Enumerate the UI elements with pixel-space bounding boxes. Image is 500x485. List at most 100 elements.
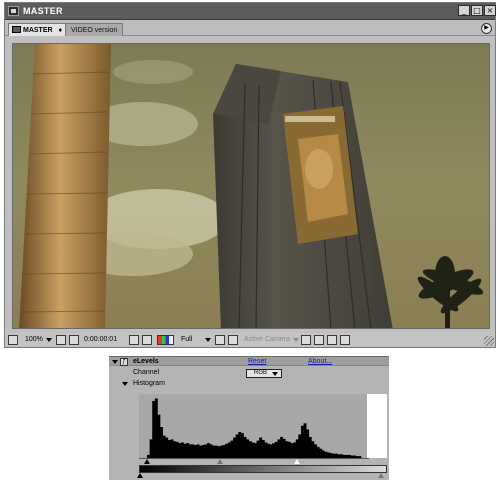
histogram-bar (272, 443, 276, 458)
histogram-bar (295, 439, 299, 458)
histogram-bar (251, 442, 255, 458)
effect-enable-checkbox[interactable]: f (120, 358, 128, 366)
composition-tab-icon (12, 26, 21, 33)
minimize-button[interactable]: _ (458, 5, 470, 16)
histogram-bar (165, 437, 169, 458)
output-white-handle[interactable] (377, 473, 384, 478)
maximize-button[interactable]: □ (471, 5, 483, 16)
histogram-bar (152, 400, 156, 458)
histogram-bar (207, 443, 210, 458)
histogram-area[interactable] (139, 394, 369, 458)
histogram-bar (204, 444, 208, 458)
histogram-bar (170, 439, 174, 458)
tab-close-icon[interactable]: ♦ (59, 25, 63, 36)
histogram-bar (183, 443, 187, 458)
composition-viewer[interactable] (12, 43, 490, 329)
timeline-icon[interactable] (340, 335, 350, 345)
histogram-bar (175, 441, 179, 458)
resize-grip[interactable] (484, 336, 494, 346)
histogram-bar (238, 431, 242, 458)
histogram-bar (212, 445, 216, 458)
histogram-bar (186, 443, 190, 458)
input-black-handle[interactable] (144, 459, 150, 464)
histogram-bar (225, 443, 229, 458)
tab-master[interactable]: MASTER ♦ (8, 23, 69, 36)
output-black-handle[interactable] (137, 473, 143, 478)
tab-video-version[interactable]: VIDEO version (65, 23, 124, 36)
about-link[interactable]: About... (308, 357, 332, 367)
reset-link[interactable]: Reset (248, 357, 266, 367)
pixel-aspect-icon[interactable] (314, 335, 324, 345)
histogram-bar (209, 444, 213, 458)
tab-video-version-label: VIDEO version (71, 27, 118, 34)
tab-master-label: MASTER (23, 27, 53, 34)
histogram-bar (274, 441, 278, 458)
histogram-bar (311, 441, 315, 458)
histogram-bar (254, 443, 257, 458)
input-gamma-handle[interactable] (216, 459, 223, 464)
histogram-label: Histogram (133, 380, 165, 387)
histogram-bar (259, 437, 263, 458)
show-snapshot-icon[interactable] (142, 335, 152, 345)
camera-view-field[interactable]: Active Camera (242, 335, 292, 345)
camera-toggle-icon[interactable] (69, 335, 79, 345)
tab-bar: MASTER ♦ VIDEO version ▶ (5, 21, 495, 36)
snapshot-icon[interactable] (129, 335, 139, 345)
transparency-grid-icon[interactable] (228, 335, 238, 345)
histogram-bar (193, 444, 197, 458)
histogram-bar (319, 448, 323, 458)
histogram-bar (280, 436, 284, 458)
expand-histogram-icon[interactable] (122, 382, 128, 386)
safe-margins-icon[interactable] (56, 335, 66, 345)
histogram-bar (243, 436, 247, 458)
channel-label: Channel (133, 369, 160, 376)
channel-dropdown[interactable]: RGB (246, 369, 282, 378)
histogram-bar (303, 423, 307, 458)
histogram-bar (240, 433, 244, 458)
histogram-bar (293, 442, 297, 458)
histogram-bar (282, 438, 286, 458)
histogram-bar (261, 440, 265, 458)
histogram-bar (287, 441, 291, 458)
histogram-bar (180, 442, 184, 458)
resolution-field[interactable]: Full (179, 335, 194, 345)
view-layout-icon[interactable] (301, 335, 311, 345)
zoom-field[interactable]: 100% (23, 335, 45, 345)
close-button[interactable]: × (484, 5, 496, 16)
output-levels-gradient[interactable] (139, 465, 387, 473)
histogram-bar (220, 445, 223, 458)
histogram-clip-area (367, 394, 387, 458)
histogram-bar (256, 440, 260, 458)
histogram-bar (267, 443, 270, 458)
zoom-dropdown-icon[interactable] (46, 338, 52, 342)
histogram-bar (235, 434, 239, 458)
input-white-handle[interactable] (293, 459, 300, 464)
histogram-bar (233, 437, 237, 458)
histogram-bar (173, 441, 177, 458)
viewer-toolbar: 100% 0:00:00:01 Full Active Camera (5, 333, 495, 347)
histogram-bar (214, 445, 218, 458)
title-bar[interactable]: MASTER _ □ × (5, 3, 496, 20)
window-title: MASTER (23, 6, 63, 16)
timecode-field[interactable]: 0:00:00:01 (82, 335, 119, 345)
histogram-bar (188, 444, 192, 458)
tab-menu-arrow-icon[interactable]: ▶ (481, 23, 492, 34)
histogram-row: Histogram (109, 379, 389, 389)
histogram-bar (264, 442, 268, 458)
input-levels-slider[interactable] (139, 458, 369, 464)
histogram-bar (285, 441, 289, 458)
histogram-bar (196, 444, 200, 458)
channel-dropdown-arrow-icon (272, 372, 278, 376)
expand-effect-icon[interactable] (112, 360, 118, 364)
composition-icon (8, 6, 19, 16)
channel-value: RGB (254, 370, 268, 376)
resolution-dropdown-icon[interactable] (205, 338, 211, 342)
fast-previews-icon[interactable] (327, 335, 337, 345)
always-preview-icon[interactable] (8, 335, 18, 345)
camera-dropdown-icon[interactable] (293, 338, 299, 342)
region-of-interest-icon[interactable] (215, 335, 225, 345)
histogram-bar (277, 439, 281, 458)
histogram-graph (147, 398, 362, 458)
channels-icon[interactable] (157, 335, 174, 345)
histogram-bar (227, 442, 231, 458)
